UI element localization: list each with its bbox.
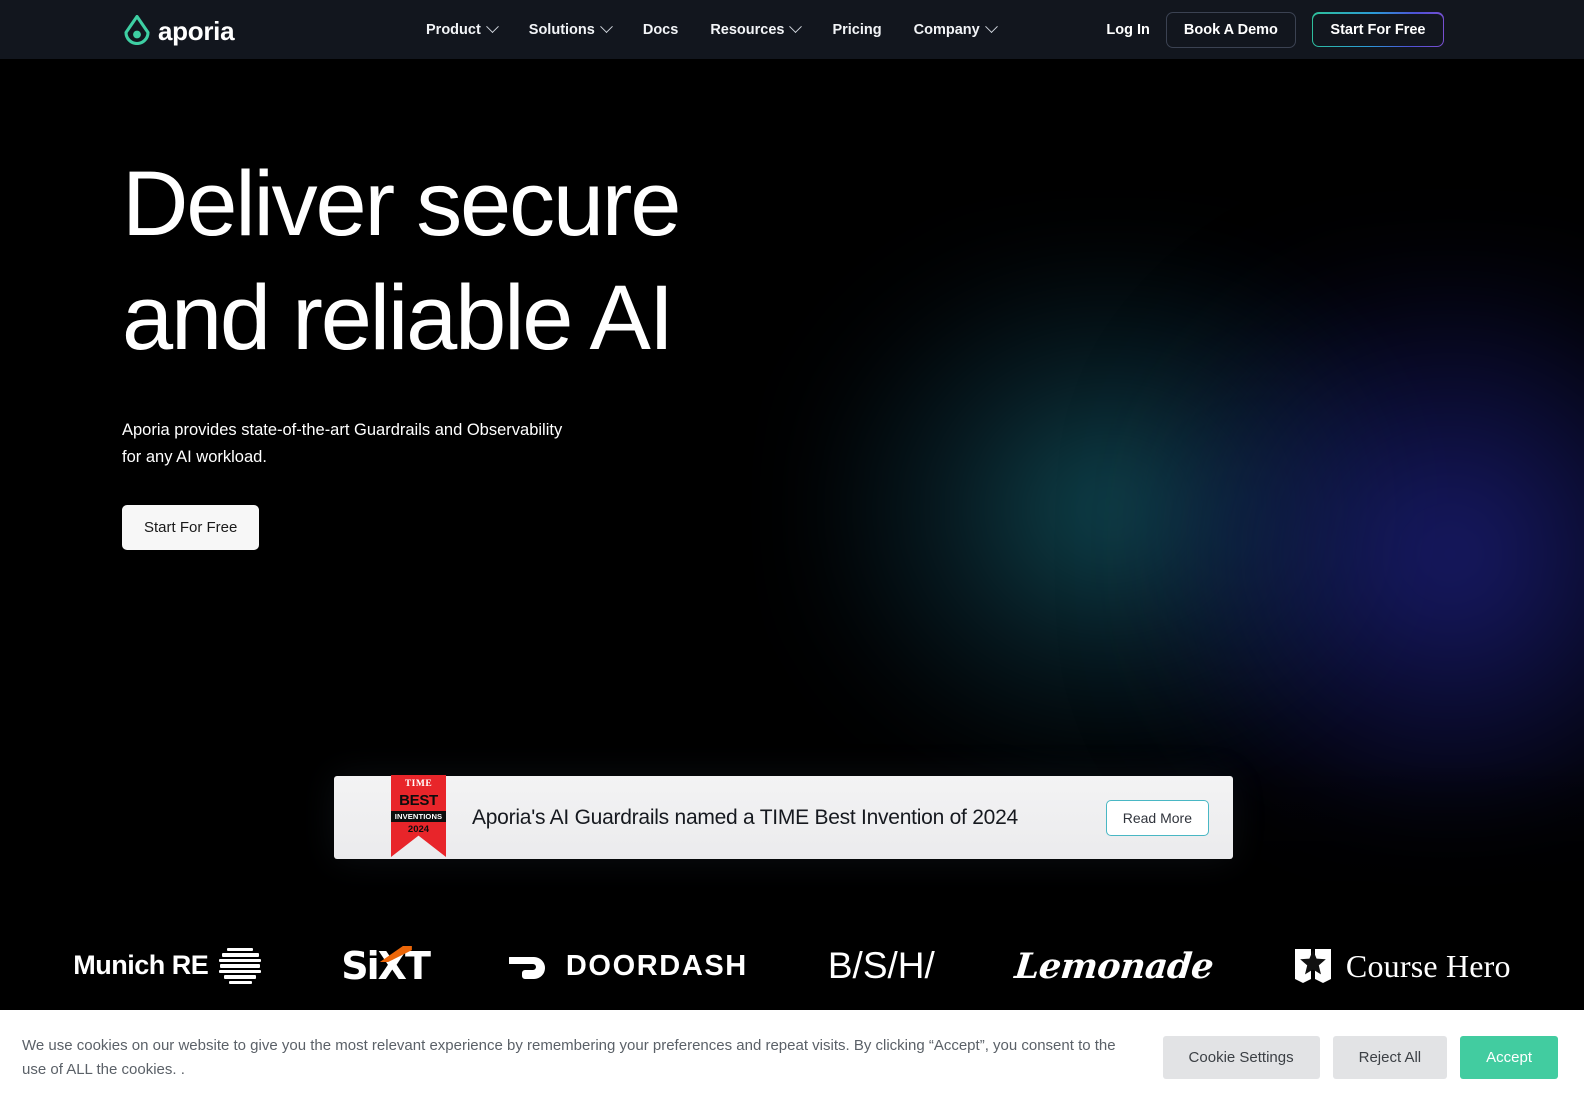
logo-bsh-text: B/S/H/ bbox=[827, 945, 935, 986]
logo-bsh: B/S/H/ bbox=[828, 934, 935, 998]
top-navigation-bar: aporia Product Solutions Docs Resources … bbox=[0, 0, 1584, 59]
chevron-down-icon bbox=[485, 20, 499, 34]
logo-munich-re-text: Munich RE bbox=[73, 950, 209, 981]
nav-item-pricing-label: Pricing bbox=[832, 21, 882, 38]
blue-glow-decoration bbox=[1130, 244, 1584, 864]
chevron-down-icon bbox=[789, 20, 803, 34]
hero-content: Deliver secure and reliable AI Aporia pr… bbox=[122, 147, 902, 550]
nav-actions: Log In Book A Demo Start For Free bbox=[1106, 11, 1444, 48]
aporia-droplet-logo-icon bbox=[124, 14, 150, 45]
chevron-down-icon bbox=[599, 20, 613, 34]
time-banner-headline: Aporia's AI Guardrails named a TIME Best… bbox=[472, 805, 1018, 829]
badge-time-label: TIME bbox=[404, 779, 433, 789]
nav-item-docs-label: Docs bbox=[642, 21, 679, 38]
logo-sixt: SiXT bbox=[341, 934, 431, 998]
start-for-free-nav-button[interactable]: Start For Free bbox=[1311, 12, 1444, 47]
nav-item-product[interactable]: Product bbox=[410, 16, 513, 44]
page-title: Deliver secure and reliable AI bbox=[122, 153, 681, 370]
nav-item-product-label: Product bbox=[426, 21, 481, 38]
logo-course-hero: Course Hero bbox=[1293, 934, 1511, 998]
logo-lemonade: Lemonade bbox=[1012, 934, 1216, 998]
hero-section: Deliver secure and reliable AI Aporia pr… bbox=[0, 59, 1584, 1010]
cookie-consent-actions: Cookie Settings Reject All Accept bbox=[1162, 1036, 1558, 1079]
nav-item-pricing[interactable]: Pricing bbox=[816, 16, 897, 44]
time-award-banner[interactable]: TIME BEST INVENTIONS 2024 Aporia's AI Gu… bbox=[334, 775, 1233, 859]
logo-doordash: DOORDASH bbox=[508, 934, 748, 998]
brand-logo[interactable]: aporia bbox=[124, 13, 235, 47]
chevron-down-icon bbox=[984, 20, 998, 34]
nav-item-resources-label: Resources bbox=[710, 21, 785, 38]
nav-item-company-label: Company bbox=[913, 21, 980, 38]
accept-cookies-button[interactable]: Accept bbox=[1460, 1036, 1558, 1079]
badge-year-label: 2024 bbox=[407, 824, 430, 836]
start-for-free-nav-label: Start For Free bbox=[1313, 13, 1443, 46]
cookie-consent-text: We use cookies on our website to give yo… bbox=[22, 1036, 1116, 1078]
start-for-free-hero-button[interactable]: Start For Free bbox=[122, 504, 260, 550]
doordash-chevron-icon bbox=[508, 957, 545, 979]
hero-subtitle: Aporia provides state-of-the-art Guardra… bbox=[122, 421, 563, 466]
nav-item-company[interactable]: Company bbox=[898, 16, 1012, 44]
brand-name: aporia bbox=[158, 15, 235, 46]
nav-item-docs[interactable]: Docs bbox=[627, 16, 694, 44]
cookie-consent-banner: We use cookies on our website to give yo… bbox=[0, 1010, 1584, 1105]
logo-sixt-text: SiXT bbox=[341, 944, 431, 988]
read-more-button[interactable]: Read More bbox=[1105, 799, 1209, 836]
course-hero-book-star-icon bbox=[1294, 949, 1331, 983]
reject-all-button[interactable]: Reject All bbox=[1332, 1036, 1448, 1079]
customer-logos-row: Munich RE SiXT DOORDASH B/S/H/ Lemonade … bbox=[0, 927, 1584, 1005]
munich-re-bars-icon bbox=[219, 947, 262, 985]
nav-links: Product Solutions Docs Resources Pricing… bbox=[410, 10, 1012, 50]
nav-item-solutions[interactable]: Solutions bbox=[513, 16, 627, 44]
badge-inventions-label: INVENTIONS bbox=[391, 810, 446, 823]
nav-item-resources[interactable]: Resources bbox=[694, 16, 816, 44]
book-a-demo-button[interactable]: Book A Demo bbox=[1165, 11, 1296, 48]
logo-course-hero-text: Course Hero bbox=[1345, 947, 1511, 984]
logo-lemonade-text: Lemonade bbox=[1012, 945, 1216, 987]
nav-item-solutions-label: Solutions bbox=[528, 21, 595, 38]
landing-page: aporia Product Solutions Docs Resources … bbox=[0, 0, 1584, 1105]
badge-best-label: BEST bbox=[399, 791, 438, 809]
time-best-inventions-badge-icon: TIME BEST INVENTIONS 2024 bbox=[391, 775, 446, 857]
login-link[interactable]: Log In bbox=[1106, 22, 1150, 38]
cookie-settings-button[interactable]: Cookie Settings bbox=[1162, 1036, 1320, 1079]
logo-doordash-text: DOORDASH bbox=[565, 949, 748, 982]
logo-munich-re: Munich RE bbox=[73, 934, 262, 998]
